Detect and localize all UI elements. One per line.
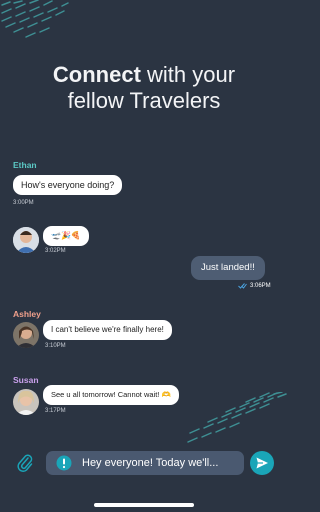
user-photo-icon xyxy=(13,389,39,415)
title-bold-part: Connect xyxy=(52,62,141,87)
user-photo-icon xyxy=(13,227,39,253)
user-photo-icon xyxy=(13,322,39,348)
message-time: 3:10PM xyxy=(45,343,66,349)
title-line-2: fellow Travelers xyxy=(67,88,221,113)
message-bubble: I can't believe we're finally here! xyxy=(43,320,172,340)
sender-name-ethan: Ethan xyxy=(13,160,37,170)
avatar[interactable] xyxy=(13,322,39,348)
message-bubble: How's everyone doing? xyxy=(13,175,123,195)
alert-icon[interactable] xyxy=(56,455,72,471)
decorative-dashes-top xyxy=(1,0,69,38)
decorative-dashes-bottom xyxy=(187,392,287,443)
message-bubble: See u all tomorrow! Cannot wait! 🫶 xyxy=(43,385,179,405)
my-message-bubble: Just landed!! xyxy=(191,256,265,280)
message-time: 3:06PM xyxy=(250,283,271,289)
message-bubble-emoji: 🛫🎉🍕 xyxy=(43,226,89,246)
sender-name-susan: Susan xyxy=(13,375,39,385)
title-rest: with your xyxy=(140,62,236,87)
message-time: 3:00PM xyxy=(13,200,34,206)
avatar[interactable] xyxy=(13,389,39,415)
double-check-icon xyxy=(238,283,247,289)
send-button[interactable] xyxy=(250,451,274,475)
message-time: 3:17PM xyxy=(45,408,66,414)
home-indicator[interactable] xyxy=(94,503,194,507)
message-input[interactable]: Hey everyone! Today we'll... xyxy=(46,451,244,475)
paperclip-icon[interactable] xyxy=(16,453,34,473)
page-title: Connect with your fellow Travelers xyxy=(0,62,288,114)
message-input-value[interactable]: Hey everyone! Today we'll... xyxy=(82,457,218,469)
sender-name-ashley: Ashley xyxy=(13,309,41,319)
message-time: 3:02PM xyxy=(45,248,66,254)
avatar[interactable] xyxy=(13,227,39,253)
send-icon xyxy=(256,457,268,469)
